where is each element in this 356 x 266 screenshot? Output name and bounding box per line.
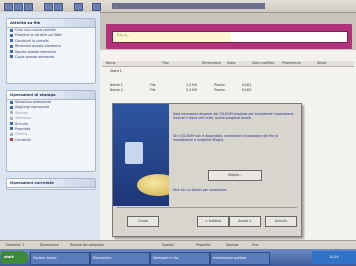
status-item: Opzioni bbox=[162, 243, 174, 247]
column-header[interactable]: Nome bbox=[106, 61, 115, 66]
address-selection bbox=[113, 32, 231, 42]
print-icon bbox=[10, 111, 13, 115]
taskbar-button[interactable]: Esplora risorse bbox=[30, 252, 90, 265]
file-tasks-heading[interactable]: Attività su file bbox=[7, 19, 95, 28]
dialog-message-secondary: Se il CD-ROM non è disponibile, selezion… bbox=[173, 134, 279, 143]
taskbar: start Esplora risorse Documento Stampant… bbox=[0, 249, 356, 266]
file-tasks-panel: Attività su file Crea una nuova cartella… bbox=[6, 18, 96, 84]
print-tasks-panel: Operazioni di stampa Visualizza stampant… bbox=[6, 90, 96, 172]
properties-icon bbox=[10, 127, 13, 131]
clock[interactable]: 10:24 bbox=[329, 255, 338, 259]
start-button[interactable]: start bbox=[1, 251, 28, 264]
select-icon bbox=[10, 116, 13, 120]
taskbar-button[interactable]: Installazione guidata bbox=[210, 252, 270, 265]
install-dialog: Sarà necessario disporre del CD-ROM orig… bbox=[112, 103, 302, 237]
taskbar-button[interactable]: Stampanti e fax bbox=[150, 252, 210, 265]
copy-icon bbox=[10, 55, 13, 59]
column-header[interactable]: Totale bbox=[317, 61, 326, 66]
delete-icon bbox=[10, 132, 13, 136]
web-icon bbox=[10, 33, 13, 37]
new-folder-icon bbox=[10, 28, 13, 32]
status-item: Proprietà bbox=[196, 243, 211, 247]
task-item[interactable]: Condividi bbox=[7, 138, 95, 143]
related-tasks-heading[interactable]: Operazioni correlate bbox=[7, 179, 95, 188]
status-item: Dimensione bbox=[40, 243, 59, 247]
related-tasks-panel: Operazioni correlate bbox=[6, 178, 96, 190]
address-field[interactable]: C:\...\... bbox=[112, 31, 348, 43]
move-icon bbox=[10, 50, 13, 54]
back-button[interactable]: < Indietro bbox=[197, 216, 229, 227]
views-icon[interactable] bbox=[74, 3, 83, 11]
forward-icon[interactable] bbox=[14, 3, 23, 11]
window-title: ... bbox=[112, 3, 265, 9]
printer-icon bbox=[10, 100, 13, 104]
divider bbox=[117, 207, 297, 208]
path-bar: C:\...\... bbox=[106, 24, 352, 49]
system-tray: 10:24 bbox=[312, 251, 356, 264]
share-printer-icon bbox=[10, 138, 13, 142]
back-icon[interactable] bbox=[4, 3, 13, 11]
task-pane: Attività su file Crea una nuova cartella… bbox=[0, 12, 100, 240]
browse-button[interactable]: Sfoglia… bbox=[208, 170, 262, 181]
cancel-icon bbox=[10, 122, 13, 126]
search-icon[interactable] bbox=[44, 3, 53, 11]
status-item: Risorse del computer bbox=[70, 243, 104, 247]
task-item[interactable]: Copia questo elemento bbox=[7, 55, 95, 60]
share-icon bbox=[10, 39, 13, 43]
next-button[interactable]: Avanti > bbox=[229, 216, 261, 227]
cd-disc-icon bbox=[137, 174, 169, 196]
screen: ... Attività su file Crea una nuova cart… bbox=[0, 0, 356, 266]
delete-icon[interactable] bbox=[92, 3, 101, 11]
rename-icon bbox=[10, 44, 13, 48]
up-icon[interactable] bbox=[24, 3, 33, 11]
wizard-banner-image bbox=[113, 104, 169, 206]
column-header[interactable]: Proprietario bbox=[282, 61, 301, 66]
taskbar-button[interactable]: Documento bbox=[90, 252, 150, 265]
add-printer-icon bbox=[10, 105, 13, 109]
column-header[interactable]: Data modifica bbox=[252, 61, 274, 66]
status-item: Stampa bbox=[226, 243, 239, 247]
dialog-message: Sarà necessario disporre del CD-ROM orig… bbox=[173, 112, 295, 121]
column-header[interactable]: Tipo bbox=[162, 61, 169, 66]
column-headers: Nome Tipo Dimensione Stato Data modifica… bbox=[102, 61, 354, 67]
column-header[interactable]: Dimensione bbox=[202, 61, 221, 66]
print-tasks-heading[interactable]: Operazioni di stampa bbox=[7, 91, 95, 100]
folders-icon[interactable] bbox=[54, 3, 63, 11]
status-item: Fine bbox=[252, 243, 259, 247]
column-header[interactable]: Stato bbox=[227, 61, 235, 66]
status-item: Elementi: 1 bbox=[6, 243, 25, 247]
cancel-button[interactable]: Annulla bbox=[265, 216, 297, 227]
dialog-footnote: Fare clic su Avanti per continuare. bbox=[173, 188, 228, 192]
address-value: C:\...\... bbox=[117, 33, 130, 37]
computer-icon bbox=[125, 142, 143, 164]
help-button[interactable]: Guida bbox=[127, 216, 159, 227]
